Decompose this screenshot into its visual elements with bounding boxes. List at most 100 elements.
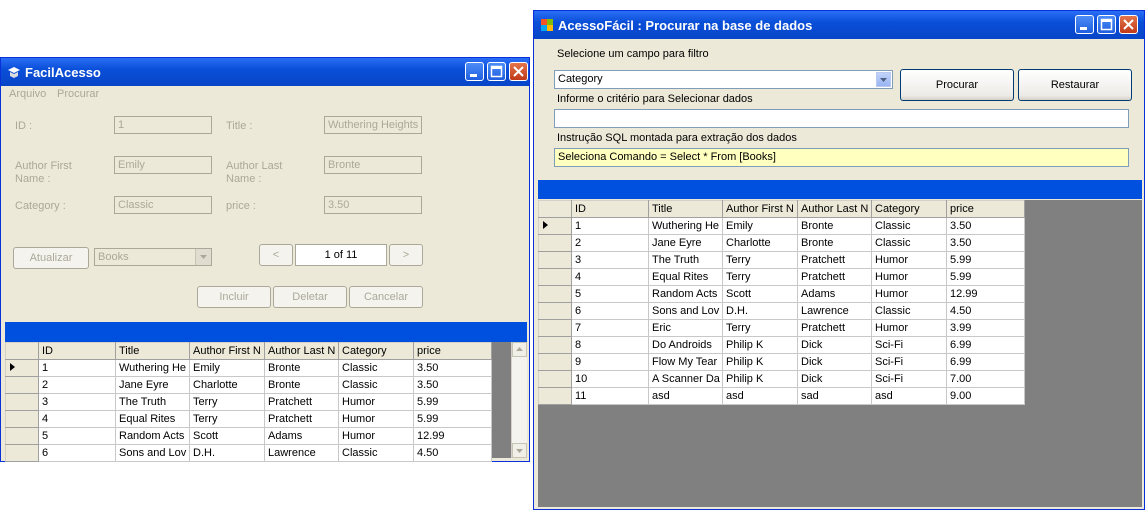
table-cell[interactable]: 10 xyxy=(571,370,649,388)
column-header[interactable]: Category xyxy=(871,200,947,218)
id-field[interactable]: 1 xyxy=(114,116,212,134)
row-header[interactable] xyxy=(538,285,572,303)
table-cell[interactable]: Pratchett xyxy=(264,410,339,428)
table-cell[interactable]: 5.99 xyxy=(946,268,1025,286)
table-cell[interactable]: asd xyxy=(722,387,798,405)
author-last-field[interactable]: Bronte xyxy=(324,156,422,174)
table-cell[interactable]: 4.50 xyxy=(413,444,492,462)
table-cell[interactable]: Humor xyxy=(338,427,414,445)
table-cell[interactable]: Equal Rites xyxy=(115,410,190,428)
price-field[interactable]: 3.50 xyxy=(324,196,422,214)
table-cell[interactable]: 6 xyxy=(38,444,116,462)
table-row[interactable]: 4 Equal Rites Terry Pratchett Humor 5.99 xyxy=(538,268,1025,286)
table-cell[interactable]: Humor xyxy=(871,268,947,286)
table-cell[interactable]: Philip K xyxy=(722,370,798,388)
table-cell[interactable]: 6.99 xyxy=(946,336,1025,354)
table-cell[interactable]: Pratchett xyxy=(797,319,872,337)
atualizar-button[interactable]: Atualizar xyxy=(13,247,89,269)
table-cell[interactable]: Adams xyxy=(264,427,339,445)
table-cell[interactable]: 5.99 xyxy=(413,393,492,411)
table-cell[interactable]: Sci-Fi xyxy=(871,336,947,354)
table-cell[interactable]: A Scanner Da xyxy=(648,370,723,388)
table-cell[interactable]: Classic xyxy=(871,234,947,252)
table-cell[interactable]: 3.50 xyxy=(946,234,1025,252)
table-cell[interactable]: 5.99 xyxy=(946,251,1025,269)
table-cell[interactable]: Lawrence xyxy=(264,444,339,462)
table-cell[interactable]: Classic xyxy=(871,302,947,320)
table-cell[interactable]: Humor xyxy=(338,393,414,411)
table-cell[interactable]: 2 xyxy=(571,234,649,252)
filter-select[interactable]: Category xyxy=(554,70,893,89)
table-cell[interactable]: Classic xyxy=(338,444,414,462)
column-header[interactable]: ID xyxy=(571,200,649,218)
table-cell[interactable]: 9.00 xyxy=(946,387,1025,405)
table-cell[interactable]: asd xyxy=(648,387,723,405)
table-cell[interactable]: Terry xyxy=(722,268,798,286)
table-row[interactable]: 4 Equal Rites Terry Pratchett Humor 5.99 xyxy=(5,410,492,428)
row-header[interactable] xyxy=(5,393,39,411)
table-row[interactable]: 3 The Truth Terry Pratchett Humor 5.99 xyxy=(5,393,492,411)
table-cell[interactable]: 6.99 xyxy=(946,353,1025,371)
table-cell[interactable]: Bronte xyxy=(264,359,339,377)
column-header[interactable]: ID xyxy=(38,342,116,360)
table-cell[interactable]: Bronte xyxy=(264,376,339,394)
table-row[interactable]: 6 Sons and Lov D.H. Lawrence Classic 4.50 xyxy=(5,444,492,462)
table-cell[interactable]: Sci-Fi xyxy=(871,353,947,371)
table-cell[interactable]: 1 xyxy=(38,359,116,377)
scroll-up-button[interactable] xyxy=(512,342,527,357)
table-cell[interactable]: 8 xyxy=(571,336,649,354)
close-button[interactable] xyxy=(1119,15,1138,34)
row-header[interactable] xyxy=(5,359,39,377)
row-header[interactable] xyxy=(538,268,572,286)
table-cell[interactable]: Classic xyxy=(338,359,414,377)
table-row[interactable]: 5 Random Acts Scott Adams Humor 12.99 xyxy=(538,285,1025,303)
table-cell[interactable]: 3.50 xyxy=(946,217,1025,235)
row-header[interactable] xyxy=(5,427,39,445)
sql-statement-field[interactable]: Seleciona Comando = Select * From [Books… xyxy=(554,148,1129,167)
column-header[interactable]: Author First N xyxy=(722,200,798,218)
row-header[interactable] xyxy=(5,376,39,394)
table-cell[interactable]: D.H. xyxy=(722,302,798,320)
table-cell[interactable]: Random Acts xyxy=(648,285,723,303)
table-cell[interactable]: Random Acts xyxy=(115,427,190,445)
table-cell[interactable]: Emily xyxy=(189,359,265,377)
title-bar[interactable]: AcessoFácil : Procurar na base de dados xyxy=(534,11,1144,39)
column-header[interactable]: price xyxy=(413,342,492,360)
minimize-button[interactable] xyxy=(465,62,484,81)
deletar-button[interactable]: Deletar xyxy=(273,286,347,308)
row-header[interactable] xyxy=(538,302,572,320)
table-cell[interactable]: Classic xyxy=(338,376,414,394)
table-cell[interactable]: sad xyxy=(797,387,872,405)
table-cell[interactable]: Charlotte xyxy=(722,234,798,252)
menu-procurar[interactable]: Procurar xyxy=(57,88,99,100)
table-cell[interactable]: Emily xyxy=(722,217,798,235)
table-cell[interactable]: 2 xyxy=(38,376,116,394)
table-cell[interactable]: 12.99 xyxy=(413,427,492,445)
table-cell[interactable]: 7.00 xyxy=(946,370,1025,388)
table-cell[interactable]: Dick xyxy=(797,353,872,371)
row-header[interactable] xyxy=(538,319,572,337)
table-cell[interactable]: Terry xyxy=(722,251,798,269)
table-cell[interactable]: 5 xyxy=(571,285,649,303)
table-cell[interactable]: Equal Rites xyxy=(648,268,723,286)
dropdown-button[interactable] xyxy=(195,249,211,265)
column-header[interactable]: Title xyxy=(115,342,190,360)
table-cell[interactable]: Philip K xyxy=(722,353,798,371)
table-cell[interactable]: The Truth xyxy=(115,393,190,411)
table-row[interactable]: 5 Random Acts Scott Adams Humor 12.99 xyxy=(5,427,492,445)
cancelar-button[interactable]: Cancelar xyxy=(349,286,423,308)
table-cell[interactable]: 7 xyxy=(571,319,649,337)
table-cell[interactable]: 3 xyxy=(38,393,116,411)
table-cell[interactable]: 3.99 xyxy=(946,319,1025,337)
table-cell[interactable]: Eric xyxy=(648,319,723,337)
column-header[interactable]: price xyxy=(946,200,1025,218)
row-header[interactable] xyxy=(538,336,572,354)
table-cell[interactable]: Sci-Fi xyxy=(871,370,947,388)
table-cell[interactable]: 6 xyxy=(571,302,649,320)
table-row[interactable]: 3 The Truth Terry Pratchett Humor 5.99 xyxy=(538,251,1025,269)
table-cell[interactable]: Charlotte xyxy=(189,376,265,394)
row-header[interactable] xyxy=(538,251,572,269)
scroll-down-button[interactable] xyxy=(512,443,527,458)
table-cell[interactable]: Dick xyxy=(797,336,872,354)
table-row[interactable]: 2 Jane Eyre Charlotte Bronte Classic 3.50 xyxy=(5,376,492,394)
